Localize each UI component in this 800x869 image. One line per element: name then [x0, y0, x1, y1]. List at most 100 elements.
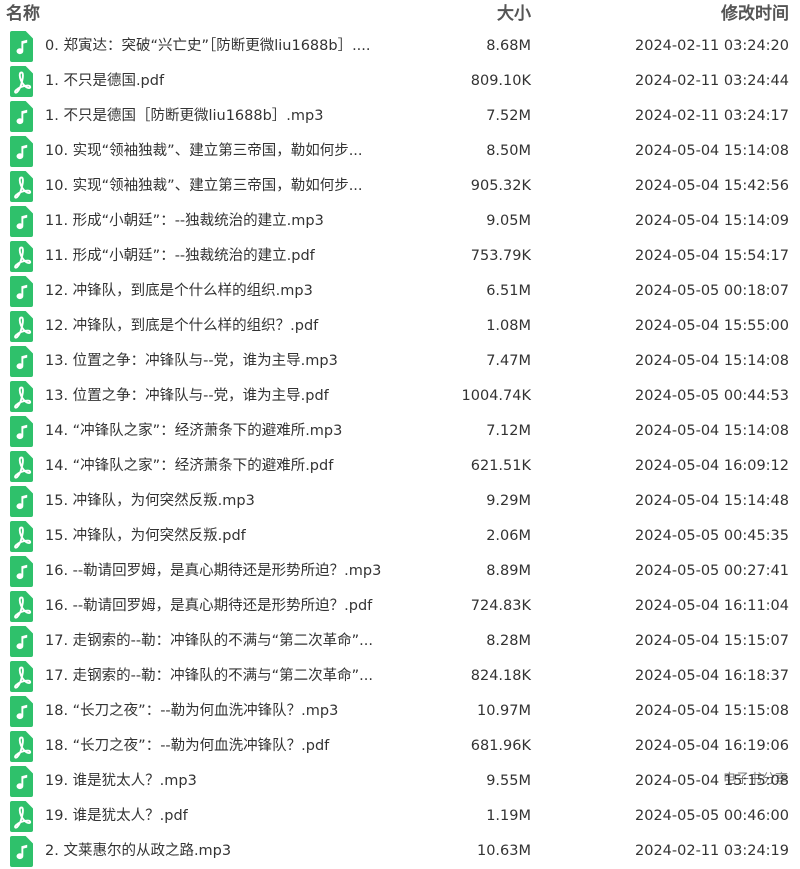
file-row[interactable]: 0. 郑寅达：突破“兴亡史”［防断更微liu1688b］.... 8.68M 202… — [0, 29, 800, 64]
column-header-name[interactable]: 名称 — [6, 3, 40, 25]
file-size: 809.10K — [470, 73, 531, 89]
file-name[interactable]: 1. 不只是德国.pdf — [45, 72, 405, 91]
audio-file-icon — [10, 416, 33, 447]
file-row[interactable]: 12. 冲锋队，到底是个什么样的组织？.pdf 1.08M 2024-05-04 1… — [0, 309, 800, 344]
column-header: 名称 大小 修改时间 — [0, 0, 800, 30]
pdf-file-icon — [10, 241, 33, 272]
audio-file-icon — [10, 206, 33, 237]
audio-file-icon — [10, 346, 33, 377]
file-row[interactable]: 17. 走钢索的--勒：冲锋队的不满与“第二次革命”... 8.28M 2024-0… — [0, 624, 800, 659]
file-size: 8.68M — [486, 38, 531, 54]
file-name[interactable]: 19. 谁是犹太人？.mp3 — [45, 772, 405, 791]
file-name[interactable]: 1. 不只是德国［防断更微liu1688b］.mp3 — [45, 107, 405, 126]
audio-file-icon — [10, 276, 33, 307]
file-row[interactable]: 16. --勒请回罗姆，是真心期待还是形势所迫？.pdf 724.83K 2024-… — [0, 589, 800, 624]
file-row[interactable]: 15. 冲锋队，为何突然反叛.pdf 2.06M 2024-05-05 00:45:… — [0, 519, 800, 554]
file-size: 2.06M — [486, 528, 531, 544]
file-name[interactable]: 11. 形成“小朝廷”：--独裁统治的建立.pdf — [45, 247, 405, 266]
pdf-file-icon — [10, 521, 33, 552]
file-row[interactable]: 11. 形成“小朝廷”：--独裁统治的建立.mp3 9.05M 2024-05-04… — [0, 204, 800, 239]
audio-file-icon — [10, 836, 33, 867]
file-row[interactable]: 18. “长刀之夜”：--勒为何血洗冲锋队？.mp3 10.97M 2024-05-… — [0, 694, 800, 729]
file-row[interactable]: 13. 位置之争：冲锋队与--党，谁为主导.mp3 7.47M 2024-05-04… — [0, 344, 800, 379]
file-modified-time: 2024-02-11 03:24:44 — [635, 73, 789, 89]
file-name[interactable]: 14. “冲锋队之家”：经济萧条下的避难所.mp3 — [45, 422, 405, 441]
file-name[interactable]: 11. 形成“小朝廷”：--独裁统治的建立.mp3 — [45, 212, 405, 231]
file-modified-time: 2024-02-11 03:24:19 — [635, 843, 789, 859]
file-name[interactable]: 13. 位置之争：冲锋队与--党，谁为主导.mp3 — [45, 352, 405, 371]
file-size: 8.28M — [486, 633, 531, 649]
file-name[interactable]: 10. 实现“领袖独裁”、建立第三帝国，勒如何步... — [45, 177, 405, 196]
file-name[interactable]: 18. “长刀之夜”：--勒为何血洗冲锋队？.pdf — [45, 737, 405, 756]
file-modified-time: 2024-05-04 15:14:08 — [635, 353, 789, 369]
file-name[interactable]: 14. “冲锋队之家”：经济萧条下的避难所.pdf — [45, 457, 405, 476]
file-size: 9.05M — [486, 213, 531, 229]
file-size: 7.52M — [486, 108, 531, 124]
file-modified-time: 2024-05-04 15:55:00 — [635, 318, 789, 334]
file-row[interactable]: 10. 实现“领袖独裁”、建立第三帝国，勒如何步... 8.50M 2024-05-… — [0, 134, 800, 169]
file-size: 724.83K — [470, 598, 531, 614]
file-name[interactable]: 15. 冲锋队，为何突然反叛.mp3 — [45, 492, 405, 511]
file-row[interactable]: 16. --勒请回罗姆，是真心期待还是形势所迫？.mp3 8.89M 2024-05… — [0, 554, 800, 589]
file-row[interactable]: 1. 不只是德国［防断更微liu1688b］.mp3 7.52M 2024-02-1… — [0, 99, 800, 134]
file-row[interactable]: 13. 位置之争：冲锋队与--党，谁为主导.pdf 1004.74K 2024-05… — [0, 379, 800, 414]
file-name[interactable]: 13. 位置之争：冲锋队与--党，谁为主导.pdf — [45, 387, 405, 406]
file-modified-time: 2024-02-11 03:24:17 — [635, 108, 789, 124]
file-row[interactable]: 15. 冲锋队，为何突然反叛.mp3 9.29M 2024-05-04 15:14:… — [0, 484, 800, 519]
file-modified-time: 2024-05-04 16:19:06 — [635, 738, 789, 754]
file-row[interactable]: 2. 文莱惠尔的从政之路.mp3 10.63M 2024-02-11 03:24:1… — [0, 834, 800, 869]
file-size: 8.89M — [486, 563, 531, 579]
file-row[interactable]: 17. 走钢索的--勒：冲锋队的不满与“第二次革命”... 824.18K 2024… — [0, 659, 800, 694]
file-name[interactable]: 16. --勒请回罗姆，是真心期待还是形势所迫？.mp3 — [45, 562, 405, 581]
file-name[interactable]: 12. 冲锋队，到底是个什么样的组织？.pdf — [45, 317, 405, 336]
column-header-modified-time[interactable]: 修改时间 — [721, 3, 789, 25]
audio-file-icon — [10, 101, 33, 132]
pdf-file-icon — [10, 731, 33, 762]
file-name[interactable]: 12. 冲锋队，到底是个什么样的组织.mp3 — [45, 282, 405, 301]
file-row[interactable]: 19. 谁是犹太人？.mp3 9.55M 2024-05-04 15:15:08 — [0, 764, 800, 799]
audio-file-icon — [10, 626, 33, 657]
audio-file-icon — [10, 556, 33, 587]
file-name[interactable]: 17. 走钢索的--勒：冲锋队的不满与“第二次革命”... — [45, 667, 405, 686]
file-name[interactable]: 2. 文莱惠尔的从政之路.mp3 — [45, 842, 405, 861]
file-name[interactable]: 10. 实现“领袖独裁”、建立第三帝国，勒如何步... — [45, 142, 405, 161]
file-row[interactable]: 12. 冲锋队，到底是个什么样的组织.mp3 6.51M 2024-05-05 00… — [0, 274, 800, 309]
file-modified-time: 2024-05-05 00:44:53 — [635, 388, 789, 404]
pdf-file-icon — [10, 311, 33, 342]
file-modified-time: 2024-05-05 00:27:41 — [635, 563, 789, 579]
file-size: 6.51M — [486, 283, 531, 299]
audio-file-icon — [10, 486, 33, 517]
file-row[interactable]: 1. 不只是德国.pdf 809.10K 2024-02-11 03:24:44 — [0, 64, 800, 99]
file-modified-time: 2024-05-05 00:18:07 — [635, 283, 789, 299]
file-row[interactable]: 10. 实现“领袖独裁”、建立第三帝国，勒如何步... 905.32K 2024-0… — [0, 169, 800, 204]
file-modified-time: 2024-05-04 15:54:17 — [635, 248, 789, 264]
file-name[interactable]: 15. 冲锋队，为何突然反叛.pdf — [45, 527, 405, 546]
file-name[interactable]: 19. 谁是犹太人？.pdf — [45, 807, 405, 826]
file-modified-time: 2024-05-04 16:09:12 — [635, 458, 789, 474]
file-size: 753.79K — [470, 248, 531, 264]
file-modified-time: 2024-02-11 03:24:20 — [635, 38, 789, 54]
pdf-file-icon — [10, 451, 33, 482]
pdf-file-icon — [10, 801, 33, 832]
file-size: 1004.74K — [461, 388, 531, 404]
pdf-file-icon — [10, 381, 33, 412]
file-name[interactable]: 18. “长刀之夜”：--勒为何血洗冲锋队？.mp3 — [45, 702, 405, 721]
watermark-text: 电子书分享 — [722, 772, 788, 787]
column-header-size[interactable]: 大小 — [497, 3, 531, 25]
file-size: 824.18K — [470, 668, 531, 684]
pdf-file-icon — [10, 171, 33, 202]
file-row[interactable]: 14. “冲锋队之家”：经济萧条下的避难所.mp3 7.12M 2024-05-04… — [0, 414, 800, 449]
file-name[interactable]: 16. --勒请回罗姆，是真心期待还是形势所迫？.pdf — [45, 597, 405, 616]
file-row[interactable]: 14. “冲锋队之家”：经济萧条下的避难所.pdf 621.51K 2024-05-… — [0, 449, 800, 484]
file-name[interactable]: 0. 郑寅达：突破“兴亡史”［防断更微liu1688b］.... — [45, 37, 405, 56]
file-row[interactable]: 18. “长刀之夜”：--勒为何血洗冲锋队？.pdf 681.96K 2024-05… — [0, 729, 800, 764]
audio-file-icon — [10, 696, 33, 727]
file-row[interactable]: 19. 谁是犹太人？.pdf 1.19M 2024-05-05 00:46:00 — [0, 799, 800, 834]
file-modified-time: 2024-05-04 15:14:48 — [635, 493, 789, 509]
file-modified-time: 2024-05-04 15:15:07 — [635, 633, 789, 649]
file-modified-time: 2024-05-04 15:14:08 — [635, 143, 789, 159]
file-name[interactable]: 17. 走钢索的--勒：冲锋队的不满与“第二次革命”... — [45, 632, 405, 651]
file-row[interactable]: 11. 形成“小朝廷”：--独裁统治的建立.pdf 753.79K 2024-05-… — [0, 239, 800, 274]
file-size: 905.32K — [470, 178, 531, 194]
file-size: 9.29M — [486, 493, 531, 509]
